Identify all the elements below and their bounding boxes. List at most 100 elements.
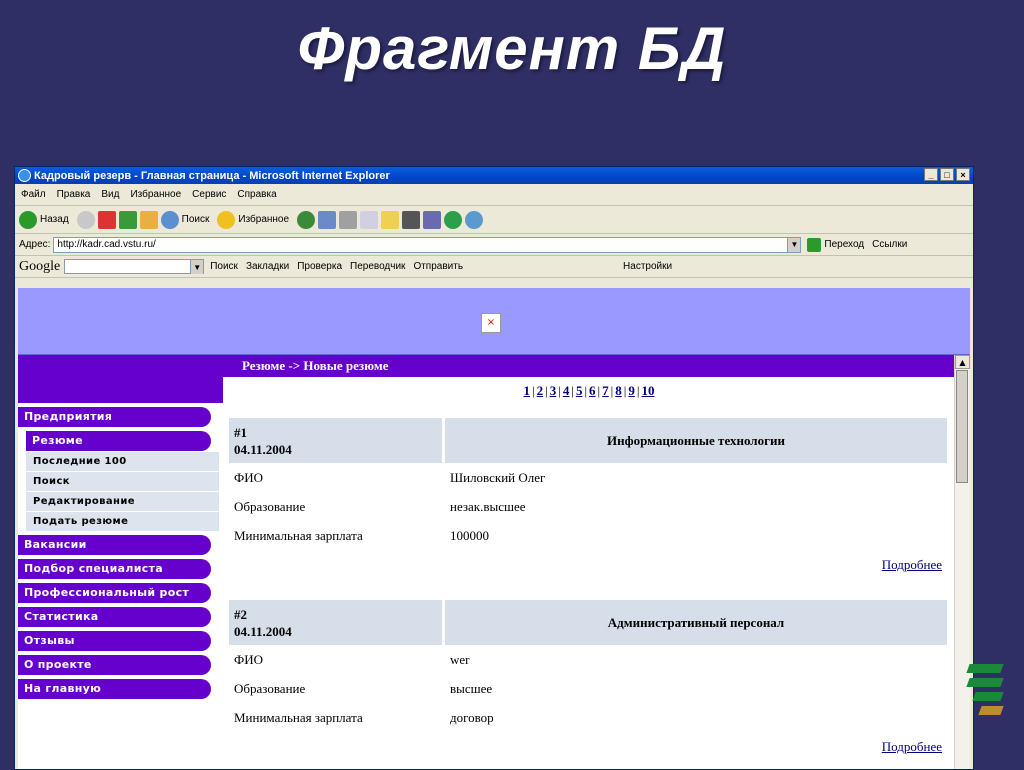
history-icon[interactable] bbox=[297, 210, 316, 229]
maximize-button[interactable]: □ bbox=[940, 168, 954, 181]
resume-row: Образование высшее bbox=[229, 674, 947, 703]
page-link[interactable]: 4 bbox=[563, 383, 570, 398]
go-button[interactable]: Переход bbox=[824, 239, 864, 250]
back-button[interactable]: Назад bbox=[19, 210, 69, 229]
page-link[interactable]: 6 bbox=[589, 383, 596, 398]
search-button[interactable]: Поиск bbox=[160, 210, 209, 229]
ie-icon bbox=[18, 169, 31, 182]
google-send-button[interactable]: Отправить bbox=[413, 261, 463, 272]
sidebar-item-home[interactable]: На главную bbox=[18, 679, 211, 699]
k-icon[interactable] bbox=[402, 210, 421, 229]
resume-category: Информационные технологии bbox=[445, 418, 947, 463]
google-settings-button[interactable]: Настройки bbox=[623, 261, 672, 272]
toolbar: Назад Поиск Избранное bbox=[15, 206, 973, 234]
pagination: 1 | 2 | 3 | 4 | 5 | 6 | 7 | 8 | 9 | 10 bbox=[523, 383, 655, 398]
menu-file[interactable]: Файл bbox=[21, 189, 46, 200]
field-value: высшее bbox=[450, 680, 493, 696]
field-value: договор bbox=[450, 709, 494, 725]
page-link[interactable]: 8 bbox=[615, 383, 622, 398]
icq-icon[interactable] bbox=[444, 210, 463, 229]
page-content: × Предприятия Резюме Последние 100 Поиск… bbox=[18, 288, 970, 769]
edit-icon[interactable] bbox=[360, 210, 379, 229]
sidebar-item-growth[interactable]: Профессиональный рост bbox=[18, 583, 211, 603]
page-link[interactable]: 10 bbox=[641, 383, 654, 398]
links-button[interactable]: Ссылки bbox=[872, 239, 907, 250]
google-bookmarks-button[interactable]: Закладки bbox=[246, 261, 289, 272]
go-arrow-icon[interactable] bbox=[807, 237, 822, 252]
sidebar: Предприятия Резюме Последние 100 Поиск Р… bbox=[18, 355, 223, 769]
page-link[interactable]: 9 bbox=[628, 383, 635, 398]
print-icon[interactable] bbox=[339, 210, 358, 229]
home-icon[interactable] bbox=[139, 210, 158, 229]
site-banner: × bbox=[18, 288, 970, 355]
menu-edit[interactable]: Правка bbox=[57, 189, 91, 200]
search-icon bbox=[160, 210, 179, 229]
favorites-label: Избранное bbox=[238, 214, 290, 225]
menu-bar: Файл Правка Вид Избранное Сервис Справка bbox=[15, 184, 973, 206]
sidebar-item-vacancies[interactable]: Вакансии bbox=[18, 535, 211, 555]
field-label: Образование bbox=[234, 680, 306, 696]
field-label: Минимальная зарплата bbox=[234, 709, 363, 725]
forward-arrow-icon[interactable] bbox=[76, 210, 95, 229]
page-link[interactable]: 7 bbox=[602, 383, 609, 398]
sidebar-subitem-search[interactable]: Поиск bbox=[26, 472, 219, 491]
sidebar-item-statistics[interactable]: Статистика bbox=[18, 607, 211, 627]
sidebar-item-reviews[interactable]: Отзывы bbox=[18, 631, 211, 651]
sidebar-subitem-submit[interactable]: Подать резюме bbox=[26, 512, 219, 531]
resume-card: #1 04.11.2004 Информационные технологии … bbox=[229, 418, 947, 579]
window-titlebar[interactable]: Кадровый резерв - Главная страница - Mic… bbox=[15, 167, 973, 184]
scroll-up-icon[interactable]: ▲ bbox=[955, 355, 970, 369]
sidebar-header bbox=[18, 355, 223, 403]
minimize-button[interactable]: _ bbox=[924, 168, 938, 181]
chevron-down-icon[interactable]: ▼ bbox=[787, 237, 801, 252]
page-link[interactable]: 2 bbox=[537, 383, 544, 398]
menu-view[interactable]: Вид bbox=[101, 189, 119, 200]
chevron-down-icon[interactable]: ▼ bbox=[190, 260, 204, 274]
sidebar-item-resume[interactable]: Резюме bbox=[26, 431, 211, 451]
messenger-icon[interactable] bbox=[381, 210, 400, 229]
window-title: Кадровый резерв - Главная страница - Mic… bbox=[34, 169, 390, 182]
google-translate-button[interactable]: Переводчик bbox=[350, 261, 405, 272]
sidebar-subitem-edit[interactable]: Редактирование bbox=[26, 492, 219, 511]
browser-window: Кадровый резерв - Главная страница - Mic… bbox=[14, 166, 974, 770]
resume-card: #2 04.11.2004 Административный персонал … bbox=[229, 600, 947, 761]
people-icon[interactable] bbox=[465, 210, 484, 229]
google-search-input[interactable]: ▼ bbox=[64, 259, 205, 274]
sidebar-item-enterprises[interactable]: Предприятия bbox=[18, 407, 211, 427]
close-button[interactable]: × bbox=[956, 168, 970, 181]
page-link[interactable]: 5 bbox=[576, 383, 583, 398]
resume-row: Минимальная зарплата 100000 bbox=[229, 521, 947, 550]
field-label: ФИО bbox=[234, 469, 264, 485]
favorites-button[interactable]: Избранное bbox=[217, 210, 290, 229]
media-icon[interactable] bbox=[423, 210, 442, 229]
sidebar-subitem-last100[interactable]: Последние 100 bbox=[26, 452, 219, 471]
field-value: незак.высшее bbox=[450, 498, 526, 514]
menu-favorites[interactable]: Избранное bbox=[130, 189, 181, 200]
more-link[interactable]: Подробнее bbox=[882, 739, 942, 754]
resume-row: ФИО wer bbox=[229, 645, 947, 674]
more-link[interactable]: Подробнее bbox=[882, 557, 942, 572]
google-check-button[interactable]: Проверка bbox=[297, 261, 342, 272]
page-link[interactable]: 3 bbox=[550, 383, 557, 398]
broken-image-icon: × bbox=[481, 313, 501, 333]
main-area: Резюме -> Новые резюме 1 | 2 | 3 | 4 | 5 | 6 | 7 | 8 | 9… bbox=[223, 355, 955, 769]
back-arrow-icon bbox=[19, 210, 37, 229]
stop-icon[interactable] bbox=[97, 210, 116, 229]
google-toolbar: Google ▼ Поиск Закладки Проверка Перевод… bbox=[15, 256, 973, 278]
address-input[interactable]: http://kadr.cad.vstu.ru/ ▼ bbox=[53, 236, 802, 253]
section-header: Резюме -> Новые резюме bbox=[223, 355, 955, 377]
field-value: wer bbox=[450, 651, 470, 667]
menu-tools[interactable]: Сервис bbox=[192, 189, 226, 200]
sidebar-item-specialist[interactable]: Подбор специалиста bbox=[18, 559, 211, 579]
resume-row: Минимальная зарплата договор bbox=[229, 703, 947, 732]
google-search-button[interactable]: Поиск bbox=[210, 261, 238, 272]
field-value: 100000 bbox=[450, 527, 489, 543]
page-link[interactable]: 1 bbox=[524, 383, 531, 398]
google-logo: Google bbox=[19, 258, 61, 274]
sidebar-item-about[interactable]: О проекте bbox=[18, 655, 211, 675]
menu-help[interactable]: Справка bbox=[237, 189, 276, 200]
scroll-thumb[interactable] bbox=[956, 370, 968, 483]
refresh-icon[interactable] bbox=[118, 210, 137, 229]
star-icon bbox=[217, 210, 236, 229]
mail-icon[interactable] bbox=[318, 210, 337, 229]
